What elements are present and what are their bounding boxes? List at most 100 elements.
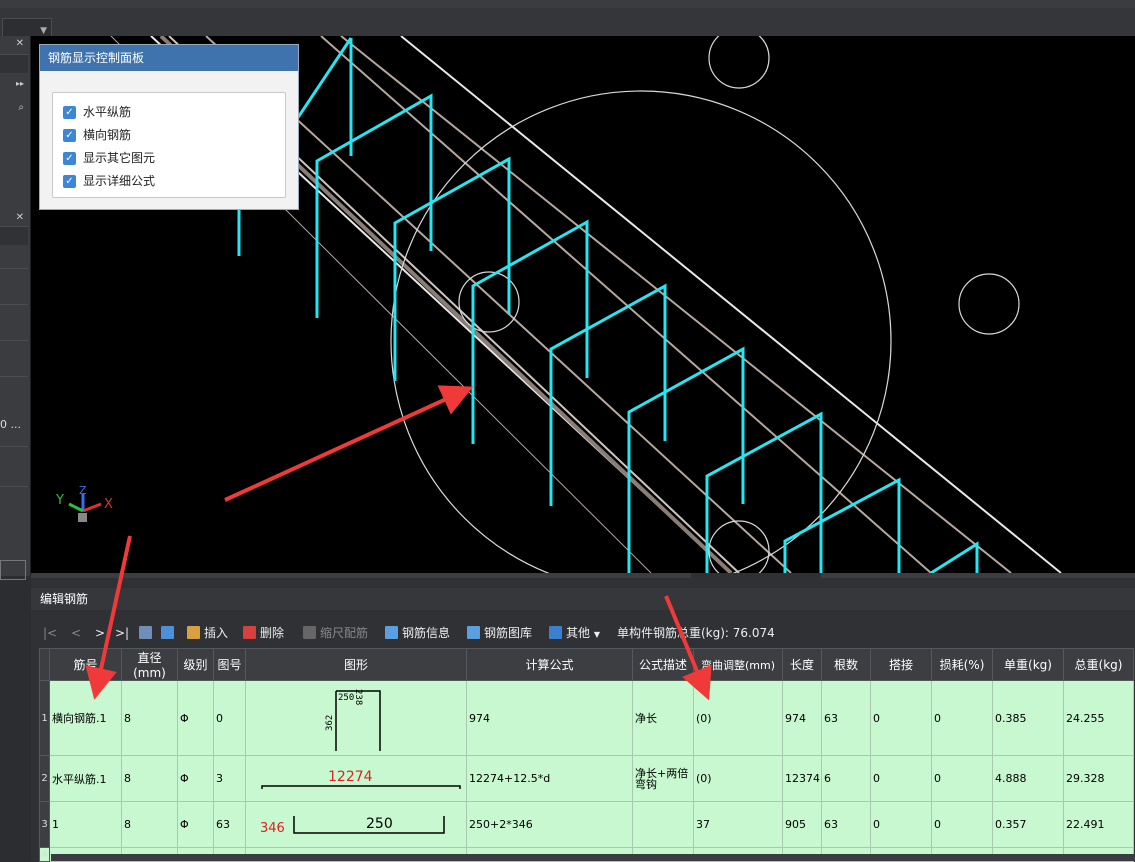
beam-edge-line [400,36,1062,573]
option-show-other-elements[interactable]: ✓ 显示其它图元 [63,149,155,167]
cell-shape[interactable]: 12274 [245,755,467,802]
cell-lap[interactable]: 0 [870,755,932,802]
rebar-info-button[interactable]: 钢筋信息 [385,624,450,642]
divider [0,340,28,341]
cell-lap[interactable]: 0 [870,801,932,848]
column-header[interactable]: 公式描述 [632,648,694,681]
delete-icon [243,626,256,639]
column-header[interactable]: 图号 [213,648,246,681]
cell-description[interactable]: 净长+两倍弯钩 [632,755,694,802]
cell-diameter[interactable]: 8 [121,801,178,848]
cell-description[interactable] [632,801,694,848]
option-transverse-rebar[interactable]: ✓ 横向钢筋 [63,126,131,144]
x-label: X [104,497,113,512]
first-record-button[interactable]: |< [43,624,57,642]
divider [0,268,28,269]
table-header-row: 筋号 直径(mm) 级别 图号 图形 计算公式 公式描述 弯曲调整(mm) 长度… [39,648,1134,681]
column-header[interactable]: 弯曲调整(mm) [693,648,783,681]
cell-figure[interactable]: 0 [213,680,246,756]
last-record-button[interactable]: >| [115,624,129,642]
cell-bend-adjust[interactable]: (0) [693,755,783,802]
cell-shape[interactable]: 346 250 [245,801,467,848]
cell-diameter[interactable]: 8 [121,680,178,756]
cell-unit-weight[interactable]: 4.888 [992,755,1064,802]
other-menu-button[interactable]: 其他 ▼ [549,624,600,642]
scale-icon [303,626,316,639]
checkbox-checked-icon[interactable]: ✓ [63,106,76,119]
horizontal-scrollbar[interactable] [51,854,1135,861]
cell-count[interactable]: 63 [821,801,871,848]
column-circle [958,273,1020,335]
column-header[interactable]: 筋号 [49,648,122,681]
close-icon[interactable]: ✕ [16,38,24,49]
move-down-button[interactable] [161,624,178,642]
cell-description[interactable]: 净长 [632,680,694,756]
cell-length[interactable]: 974 [782,680,822,756]
cell-lap[interactable]: 0 [870,680,932,756]
option-horizontal-longitudinal[interactable]: ✓ 水平纵筋 [63,103,131,121]
shape-dim-length: 12274 [328,769,373,785]
cell-grade[interactable]: Φ [177,680,214,756]
cell-bend-adjust[interactable]: (0) [693,680,783,756]
checkbox-checked-icon[interactable]: ✓ [63,152,76,165]
cell-bend-adjust[interactable]: 37 [693,801,783,848]
cell-figure[interactable]: 63 [213,801,246,848]
cell-length[interactable]: 905 [782,801,822,848]
cell-formula[interactable]: 974 [466,680,633,756]
cell-grade[interactable]: Φ [177,801,214,848]
column-header[interactable]: 直径(mm) [121,648,178,681]
move-up-button[interactable] [139,624,156,642]
checkbox-checked-icon[interactable]: ✓ [63,129,76,142]
column-header[interactable]: 搭接 [870,648,932,681]
gear-icon [549,626,562,639]
table-row[interactable]: 1 横向钢筋.1 8 Φ 0 250 362 238 974 净长 (0) 97… [39,680,1134,756]
column-header[interactable]: 总重(kg) [1063,648,1134,681]
cell-shape[interactable]: 250 362 238 [245,680,467,756]
scale-rebar-button[interactable]: 缩尺配筋 [303,624,368,642]
cell-total-weight[interactable]: 29.328 [1063,755,1134,802]
delete-button[interactable]: 删除 [243,624,284,642]
cell-formula[interactable]: 250+2*346 [466,801,633,848]
cell-count[interactable]: 6 [821,755,871,802]
prev-record-button[interactable]: < [71,624,81,642]
cell-loss[interactable]: 0 [931,755,993,802]
insert-button[interactable]: 插入 [187,624,228,642]
table-row[interactable]: 2 水平纵筋.1 8 Φ 3 12274 12274+12.5*d 净长+两倍弯… [39,755,1134,802]
cell-unit-weight[interactable]: 0.385 [992,680,1064,756]
option-show-detailed-formula[interactable]: ✓ 显示详细公式 [63,172,155,190]
left-panel-header [0,54,28,73]
next-record-button[interactable]: > [95,624,105,642]
cell-total-weight[interactable]: 22.491 [1063,801,1134,848]
column-header[interactable]: 级别 [177,648,214,681]
column-header[interactable]: 根数 [821,648,871,681]
table-row[interactable]: 3 1 8 Φ 63 346 250 250+2*346 37 905 63 0 [39,801,1134,848]
column-header[interactable]: 图形 [245,648,467,681]
row-number: 2 [39,755,50,802]
expand-icon[interactable]: ▸▸ [16,79,24,88]
cell-length[interactable]: 12374 [782,755,822,802]
cell-loss[interactable]: 0 [931,680,993,756]
column-header[interactable]: 长度 [782,648,822,681]
cell-name[interactable]: 横向钢筋.1 [49,680,122,756]
cell-figure[interactable]: 3 [213,755,246,802]
divider [0,304,28,305]
checkbox-checked-icon[interactable]: ✓ [63,175,76,188]
cell-loss[interactable]: 0 [931,801,993,848]
cell-unit-weight[interactable]: 0.357 [992,801,1064,848]
cell-count[interactable]: 63 [821,680,871,756]
search-icon[interactable]: ⌕ [18,102,24,113]
cell-name[interactable]: 水平纵筋.1 [49,755,122,802]
rebar-library-button[interactable]: 钢筋图库 [467,624,532,642]
column-header[interactable]: 损耗(%) [931,648,993,681]
cell-formula[interactable]: 12274+12.5*d [466,755,633,802]
cell-total-weight[interactable]: 24.255 [1063,680,1134,756]
cell-diameter[interactable]: 8 [121,755,178,802]
row-number: 1 [39,680,50,756]
cell-grade[interactable]: Φ [177,755,214,802]
cell-name[interactable]: 1 [49,801,122,848]
close-icon[interactable]: ✕ [16,212,24,223]
stirrups [237,37,979,573]
left-panel-field[interactable] [0,560,26,580]
column-header[interactable]: 计算公式 [466,648,633,681]
column-header[interactable]: 单重(kg) [992,648,1064,681]
